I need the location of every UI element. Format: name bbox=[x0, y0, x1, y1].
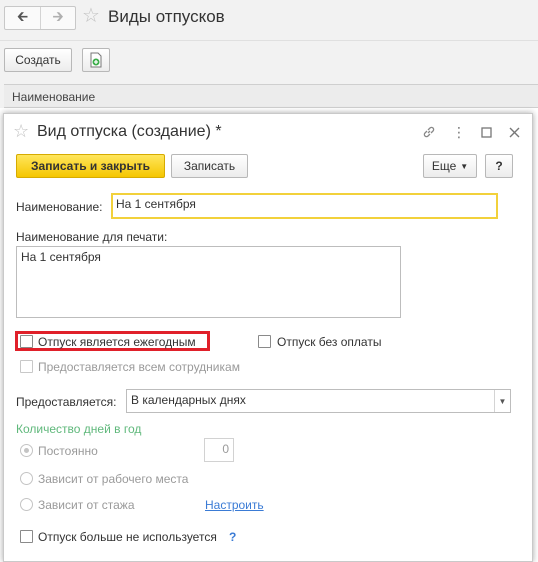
radio-seniority[interactable] bbox=[20, 498, 33, 511]
forward-arrow-icon[interactable]: 🡲 bbox=[40, 7, 75, 29]
favorite-star-icon[interactable]: ☆ bbox=[13, 122, 29, 140]
navigation-buttons: 🡰 🡲 bbox=[4, 6, 76, 30]
back-arrow-icon[interactable]: 🡰 bbox=[5, 7, 40, 29]
radio-seniority-label: Зависит от стажа bbox=[38, 498, 135, 512]
maximize-icon[interactable] bbox=[476, 122, 496, 142]
close-icon[interactable] bbox=[504, 122, 524, 142]
link-icon[interactable] bbox=[419, 122, 439, 142]
radio-constant[interactable] bbox=[20, 444, 33, 457]
list-toolbar bbox=[0, 40, 538, 80]
more-menu-button[interactable]: Еще ▼ bbox=[423, 154, 477, 178]
not-used-label: Отпуск больше не используется bbox=[38, 530, 217, 544]
name-input[interactable]: На 1 сентября bbox=[111, 193, 498, 219]
annual-label: Отпуск является ежегодным bbox=[38, 335, 196, 349]
table-column-header[interactable]: Наименование bbox=[4, 84, 538, 108]
create-copy-button[interactable] bbox=[82, 48, 110, 72]
create-button[interactable]: Создать bbox=[4, 48, 72, 72]
unpaid-checkbox[interactable] bbox=[258, 335, 271, 348]
days-group-label: Количество дней в год bbox=[16, 422, 142, 436]
all-employees-label: Предоставляется всем сотрудникам bbox=[38, 360, 240, 374]
configure-link[interactable]: Настроить bbox=[205, 498, 264, 512]
unpaid-label: Отпуск без оплаты bbox=[277, 335, 382, 349]
page-title: Виды отпусков bbox=[108, 7, 225, 26]
provided-select[interactable]: В календарных днях ▼ bbox=[126, 389, 511, 413]
all-employees-checkbox[interactable] bbox=[20, 360, 33, 373]
save-and-close-button[interactable]: Записать и закрыть bbox=[16, 154, 165, 178]
radio-workplace-label: Зависит от рабочего места bbox=[38, 472, 189, 486]
document-add-icon bbox=[90, 52, 102, 68]
favorite-star-icon[interactable]: ☆ bbox=[82, 6, 100, 26]
provided-label: Предоставляется: bbox=[16, 395, 117, 409]
not-used-checkbox[interactable] bbox=[20, 530, 33, 543]
name-label: Наименование: bbox=[16, 200, 103, 214]
save-button[interactable]: Записать bbox=[171, 154, 248, 178]
help-button[interactable]: ? bbox=[485, 154, 513, 178]
dialog-title: Вид отпуска (создание) * bbox=[37, 123, 222, 140]
window-header: 🡰 🡲 ☆ Виды отпусков bbox=[0, 0, 538, 40]
radio-workplace[interactable] bbox=[20, 472, 33, 485]
radio-constant-label: Постоянно bbox=[38, 444, 98, 458]
print-name-textarea[interactable]: На 1 сентября bbox=[16, 246, 401, 318]
vacation-type-dialog: ☆ Вид отпуска (создание) * ⋮ Записать и … bbox=[3, 113, 533, 562]
help-question-icon[interactable]: ? bbox=[229, 530, 236, 544]
annual-checkbox[interactable] bbox=[20, 335, 33, 348]
more-vertical-icon[interactable]: ⋮ bbox=[449, 122, 469, 142]
dropdown-arrow-icon: ▼ bbox=[460, 161, 469, 171]
print-name-label: Наименование для печати: bbox=[16, 230, 168, 244]
more-label: Еще bbox=[431, 159, 457, 173]
provided-value: В календарных днях bbox=[131, 393, 246, 407]
constant-days-input[interactable]: 0 bbox=[204, 438, 234, 462]
dropdown-arrow-icon[interactable]: ▼ bbox=[494, 390, 510, 412]
